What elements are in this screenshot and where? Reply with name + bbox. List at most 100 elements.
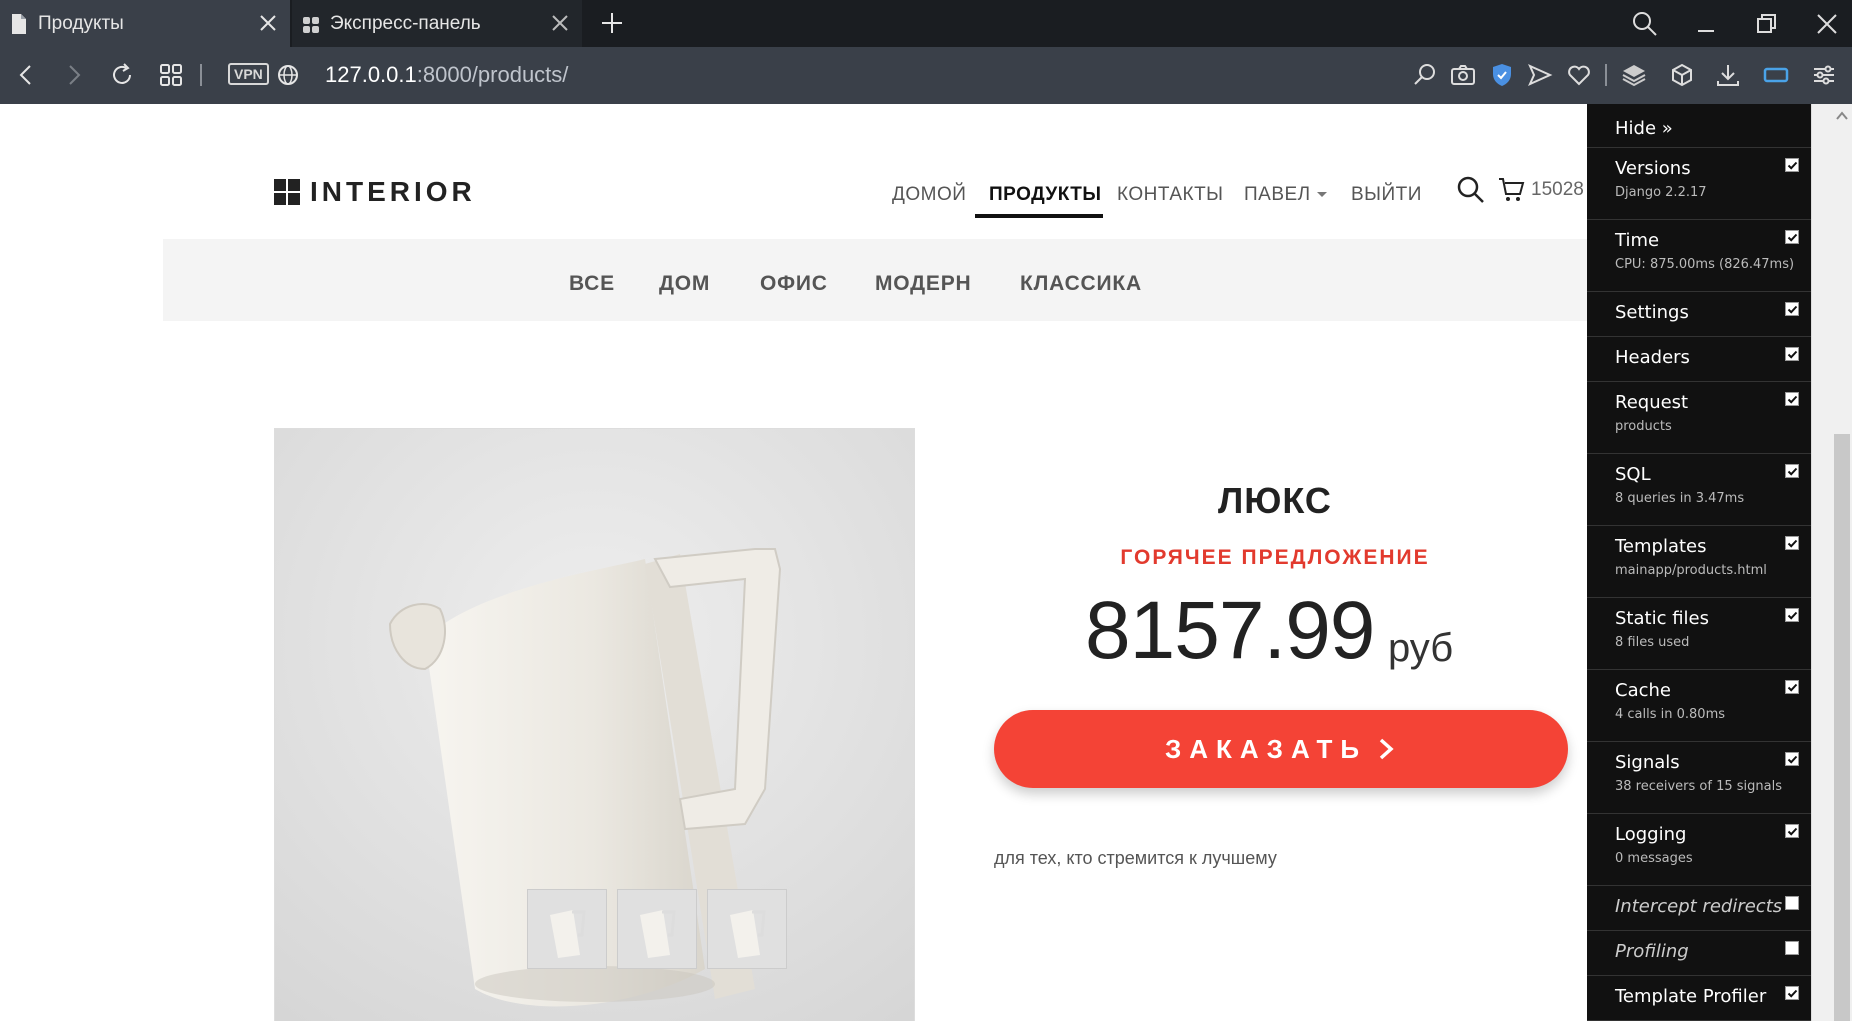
globe-icon[interactable] bbox=[274, 61, 302, 89]
debug-panel-checkbox[interactable] bbox=[1785, 302, 1799, 316]
debug-hide-button[interactable]: Hide » bbox=[1587, 104, 1811, 148]
nav-contacts[interactable]: КОНТАКТЫ bbox=[1117, 184, 1224, 206]
nav-logout[interactable]: ВЫЙТИ bbox=[1351, 184, 1422, 206]
sidebar-toggle-icon[interactable] bbox=[1762, 61, 1790, 89]
cart-icon[interactable] bbox=[1497, 175, 1525, 203]
tabs-grid-icon[interactable] bbox=[157, 61, 185, 89]
vpn-badge[interactable]: VPN bbox=[228, 63, 269, 85]
debug-panel-checkbox[interactable] bbox=[1785, 158, 1799, 172]
debug-panel-title: Templates bbox=[1615, 536, 1707, 557]
settings-sliders-icon[interactable] bbox=[1810, 61, 1838, 89]
site-logo[interactable]: INTERIOR bbox=[274, 176, 476, 208]
debug-panel-intercept-redirects[interactable]: Intercept redirects bbox=[1587, 886, 1811, 931]
checkmark-icon bbox=[1787, 467, 1798, 476]
shield-icon[interactable] bbox=[1488, 61, 1516, 89]
minimize-icon[interactable] bbox=[1691, 9, 1721, 39]
order-button-label: ЗАКАЗАТЬ bbox=[1164, 733, 1368, 764]
box-icon[interactable] bbox=[1668, 61, 1696, 89]
debug-panel-time[interactable]: Time CPU: 875.00ms (826.47ms) bbox=[1587, 220, 1811, 292]
debug-panel-title: Signals bbox=[1615, 752, 1680, 773]
search-icon[interactable] bbox=[1456, 175, 1486, 205]
category-all[interactable]: ВСЕ bbox=[569, 272, 615, 296]
debug-panel-title: Profiling bbox=[1615, 941, 1689, 962]
checkmark-icon bbox=[1787, 305, 1798, 314]
debug-panel-checkbox[interactable] bbox=[1785, 608, 1799, 622]
product-thumbnail[interactable] bbox=[707, 889, 787, 969]
tab-label: Экспресс-панель bbox=[330, 12, 481, 34]
category-classic[interactable]: КЛАССИКА bbox=[1020, 272, 1142, 296]
debug-panel-title: Request bbox=[1615, 392, 1689, 413]
scrollbar-thumb[interactable] bbox=[1834, 434, 1850, 1021]
debug-panel-headers[interactable]: Headers bbox=[1587, 337, 1811, 382]
debug-panel-checkbox[interactable] bbox=[1785, 347, 1799, 361]
product-thumbnail[interactable] bbox=[527, 889, 607, 969]
heart-icon[interactable] bbox=[1565, 61, 1593, 89]
forward-icon[interactable] bbox=[60, 61, 88, 89]
back-icon[interactable] bbox=[12, 61, 40, 89]
close-icon[interactable] bbox=[548, 11, 572, 35]
category-office[interactable]: ОФИС bbox=[760, 272, 828, 296]
tab-speed-dial[interactable]: Экспресс-панель bbox=[292, 0, 582, 47]
debug-panel-request[interactable]: Request products bbox=[1587, 382, 1811, 454]
debug-panel-profiling[interactable]: Profiling bbox=[1587, 931, 1811, 976]
hot-offer-label: ГОРЯЧЕЕ ПРЕДЛОЖЕНИЕ bbox=[1120, 546, 1430, 569]
browser-tab-bar: Продукты Экспресс-панель bbox=[0, 0, 1852, 47]
nav-active-underline bbox=[975, 214, 1103, 218]
tab-label: Продукты bbox=[38, 12, 124, 34]
close-icon[interactable] bbox=[256, 11, 280, 35]
extension-layers-icon[interactable] bbox=[1620, 61, 1648, 89]
debug-panel-checkbox[interactable] bbox=[1785, 464, 1799, 478]
restore-icon[interactable] bbox=[1751, 9, 1781, 39]
debug-panel-logging[interactable]: Logging 0 messages bbox=[1587, 814, 1811, 886]
nav-home[interactable]: ДОМОЙ bbox=[892, 184, 966, 206]
debug-panel-signals[interactable]: Signals 38 receivers of 15 signals bbox=[1587, 742, 1811, 814]
debug-panel-checkbox[interactable] bbox=[1785, 941, 1799, 955]
address-bar[interactable]: 127.0.0.1:8000/products/ bbox=[325, 62, 568, 88]
category-modern[interactable]: МОДЕРН bbox=[875, 272, 972, 296]
debug-panel-checkbox[interactable] bbox=[1785, 824, 1799, 838]
debug-panel-checkbox[interactable] bbox=[1785, 986, 1799, 1000]
debug-panel-sql[interactable]: SQL 8 queries in 3.47ms bbox=[1587, 454, 1811, 526]
toolbar-divider bbox=[200, 64, 202, 86]
debug-panel-title: Logging bbox=[1615, 824, 1687, 845]
checkmark-icon bbox=[1787, 395, 1798, 404]
debug-panel-checkbox[interactable] bbox=[1785, 536, 1799, 550]
new-tab-icon[interactable] bbox=[598, 9, 626, 37]
debug-panel-subtitle: mainapp/products.html bbox=[1615, 563, 1767, 578]
debug-panel-checkbox[interactable] bbox=[1785, 752, 1799, 766]
checkmark-icon bbox=[1787, 539, 1798, 548]
checkmark-icon bbox=[1787, 989, 1798, 998]
nav-products[interactable]: ПРОДУКТЫ bbox=[989, 184, 1101, 206]
debug-panel-title: Intercept redirects bbox=[1615, 896, 1783, 917]
debug-panel-checkbox[interactable] bbox=[1785, 230, 1799, 244]
debug-panel-checkbox[interactable] bbox=[1785, 680, 1799, 694]
debug-panel-cache[interactable]: Cache 4 calls in 0.80ms bbox=[1587, 670, 1811, 742]
document-icon bbox=[12, 13, 26, 34]
search-icon[interactable] bbox=[1630, 9, 1660, 39]
nav-user-menu[interactable]: ПАВЕЛ bbox=[1244, 184, 1327, 206]
debug-panel-versions[interactable]: Versions Django 2.2.17 bbox=[1587, 148, 1811, 220]
scroll-up-icon[interactable] bbox=[1834, 108, 1850, 124]
checkmark-icon bbox=[1787, 827, 1798, 836]
order-button[interactable]: ЗАКАЗАТЬ bbox=[994, 710, 1568, 788]
debug-panel-static-files[interactable]: Static files 8 files used bbox=[1587, 598, 1811, 670]
debug-panel-title: Time bbox=[1615, 230, 1660, 251]
product-thumbnail[interactable] bbox=[617, 889, 697, 969]
category-home[interactable]: ДОМ bbox=[659, 272, 710, 296]
send-icon[interactable] bbox=[1526, 61, 1554, 89]
search-page-icon[interactable] bbox=[1411, 61, 1439, 89]
debug-panel-templates[interactable]: Templates mainapp/products.html bbox=[1587, 526, 1811, 598]
checkmark-icon bbox=[1787, 350, 1798, 359]
download-icon[interactable] bbox=[1714, 61, 1742, 89]
debug-panel-settings[interactable]: Settings bbox=[1587, 292, 1811, 337]
close-window-icon[interactable] bbox=[1812, 9, 1842, 39]
debug-panel-checkbox[interactable] bbox=[1785, 392, 1799, 406]
debug-panel-checkbox[interactable] bbox=[1785, 896, 1799, 910]
toolbar-divider bbox=[1605, 64, 1607, 86]
camera-icon[interactable] bbox=[1449, 61, 1477, 89]
debug-panel-template-profiler[interactable]: Template Profiler bbox=[1587, 976, 1811, 1021]
debug-panel-subtitle: products bbox=[1615, 419, 1672, 434]
reload-icon[interactable] bbox=[108, 61, 136, 89]
debug-panel-subtitle: 8 queries in 3.47ms bbox=[1615, 491, 1745, 506]
tab-products[interactable]: Продукты bbox=[0, 0, 290, 47]
